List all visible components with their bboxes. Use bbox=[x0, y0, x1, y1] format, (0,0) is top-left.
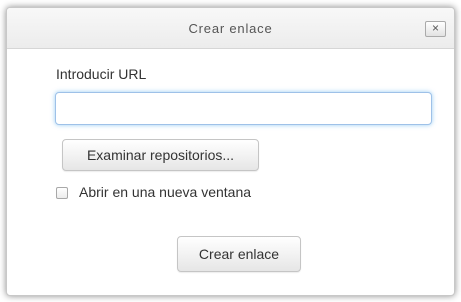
create-link-button[interactable]: Crear enlace bbox=[177, 236, 301, 272]
url-label: Introducir URL bbox=[56, 66, 147, 82]
new-window-checkbox[interactable] bbox=[56, 187, 68, 199]
close-icon[interactable]: × bbox=[425, 21, 446, 37]
url-input[interactable] bbox=[55, 92, 432, 125]
browse-repositories-button[interactable]: Examinar repositorios... bbox=[62, 139, 259, 171]
new-window-label[interactable]: Abrir en una nueva ventana bbox=[79, 184, 251, 200]
create-link-dialog: Crear enlace × Introducir URL Examinar r… bbox=[6, 7, 455, 296]
dialog-titlebar[interactable]: Crear enlace × bbox=[7, 8, 454, 49]
dialog-title: Crear enlace bbox=[188, 21, 273, 36]
